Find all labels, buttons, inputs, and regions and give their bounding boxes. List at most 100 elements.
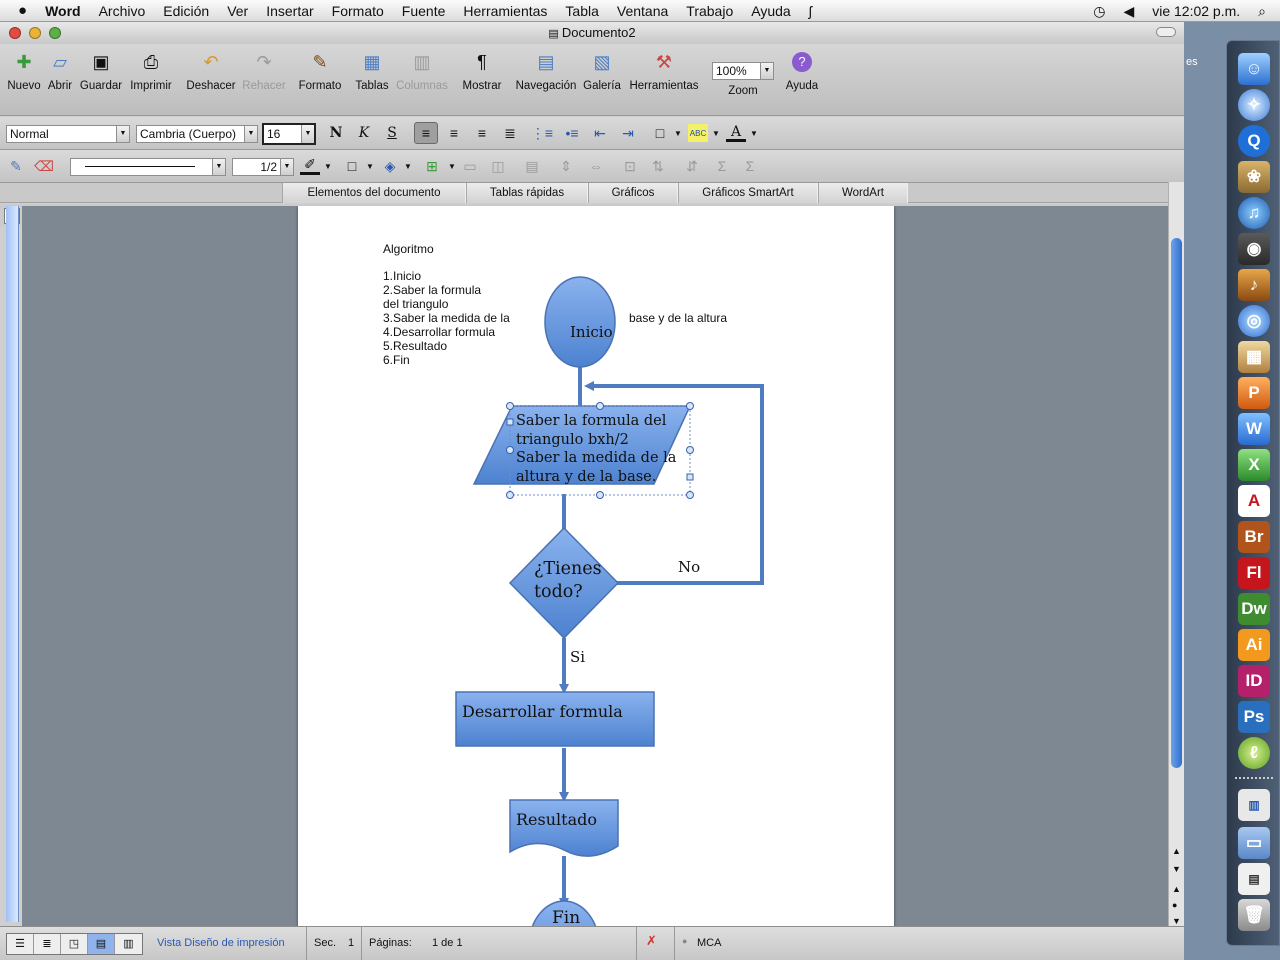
menu-tabla[interactable]: Tabla (556, 3, 607, 19)
eraser-button[interactable]: ⌫ (34, 157, 54, 175)
previous-page-button[interactable]: ▲ (1172, 884, 1181, 894)
align-right-button[interactable]: ≡ (472, 124, 492, 142)
quicktime-icon[interactable]: Q (1238, 125, 1270, 157)
finder-icon[interactable]: ☺ (1238, 53, 1270, 85)
distribute-columns-button[interactable]: ⇔ (586, 157, 606, 175)
publishing-view-button[interactable]: ◳ (61, 934, 88, 954)
print-button[interactable]: ⎙ Imprimir (126, 48, 176, 93)
align-center-button[interactable]: ≡ (444, 124, 464, 142)
help-button[interactable]: ? Ayuda (782, 48, 822, 92)
font-size-select[interactable]: 16 ▼ (262, 123, 316, 145)
borders-button[interactable]: □ (650, 124, 670, 142)
tab-quick-tables[interactable]: Tablas rápidas (466, 183, 588, 203)
scroll-thumb[interactable] (1171, 238, 1182, 768)
safari-icon[interactable]: ✧ (1238, 89, 1270, 121)
garageband-icon[interactable]: ♪ (1238, 269, 1270, 301)
spelling-status-icon[interactable]: ✗ (646, 933, 657, 949)
zoom-button[interactable] (49, 27, 61, 39)
dreamweaver-cs-icon[interactable]: ℓ (1238, 737, 1270, 769)
shading-dropdown[interactable]: ▼ (398, 157, 418, 175)
sum-button[interactable]: Σ (712, 157, 732, 175)
draw-table-button[interactable]: ✎ (6, 157, 26, 175)
bulleted-list-button[interactable]: •≡ (562, 124, 582, 142)
style-select[interactable]: Normal ▼ (6, 125, 130, 143)
align-cell-button[interactable]: ▤ (522, 157, 542, 175)
downloads-stack-icon[interactable]: ▤ (1238, 863, 1270, 895)
autosum-button[interactable]: Σ (740, 157, 760, 175)
toolbox-button[interactable]: ⚒ Herramientas (626, 48, 702, 93)
clock[interactable]: vie 12:02 p.m. (1143, 3, 1249, 19)
spotlight-icon[interactable]: ⌕ (1249, 3, 1280, 20)
tab-wordart[interactable]: WordArt (818, 183, 908, 203)
bold-button[interactable]: N (326, 124, 346, 142)
split-cells-button[interactable]: ◫ (488, 157, 508, 175)
script-menu-icon[interactable]: ʃ (800, 3, 821, 19)
notebook-view-button[interactable]: ▥ (115, 934, 142, 954)
save-button[interactable]: ▣ Guardar (78, 48, 124, 93)
open-button[interactable]: ▱ Abrir (44, 48, 76, 93)
tab-document-elements[interactable]: Elementos del documento (282, 183, 466, 203)
merge-cells-button[interactable]: ▭ (460, 157, 480, 175)
vertical-ruler[interactable] (6, 206, 19, 922)
line-color-dropdown[interactable]: ▼ (318, 157, 338, 175)
insert-table-button[interactable]: ⊞ (422, 157, 442, 175)
scroll-down-arrow[interactable]: ▼ (1172, 864, 1181, 874)
bridge-icon[interactable]: Br (1238, 521, 1270, 553)
photoshop-icon[interactable]: Ps (1238, 701, 1270, 733)
font-color-button[interactable]: A (726, 124, 746, 142)
menu-herramientas[interactable]: Herramientas (454, 3, 556, 19)
dvd-player-icon[interactable]: ◎ (1238, 305, 1270, 337)
font-color-dropdown[interactable]: ▼ (744, 124, 764, 142)
line-weight-select[interactable]: 1/2 ▼ (232, 158, 294, 176)
tab-smartart[interactable]: Gráficos SmartArt (678, 183, 818, 203)
illustrator-icon[interactable]: Ai (1238, 629, 1270, 661)
app-menu[interactable]: Word (36, 3, 90, 19)
table-borders-button[interactable]: □ (342, 157, 362, 175)
close-button[interactable] (9, 27, 21, 39)
calendar-icon[interactable]: ▦ (1238, 341, 1270, 373)
flash-icon[interactable]: Fl (1238, 557, 1270, 589)
font-select[interactable]: Cambria (Cuerpo) ▼ (136, 125, 258, 143)
increase-indent-button[interactable]: ⇥ (618, 124, 638, 142)
time-machine-icon[interactable]: ◷ (1084, 3, 1114, 20)
distribute-rows-button[interactable]: ⇕ (556, 157, 576, 175)
tables-button[interactable]: ▦ Tablas (352, 48, 392, 93)
table-borders-dropdown[interactable]: ▼ (360, 157, 380, 175)
minimize-button[interactable] (29, 27, 41, 39)
autofit-button[interactable]: ⊡ (620, 157, 640, 175)
justify-button[interactable]: ≣ (500, 124, 520, 142)
menu-insertar[interactable]: Insertar (257, 3, 322, 19)
sort-button[interactable]: ⇵ (682, 157, 702, 175)
zoom-control[interactable]: 100% ▼ Zoom (710, 48, 776, 97)
underline-button[interactable]: S (382, 124, 402, 142)
decrease-indent-button[interactable]: ⇤ (590, 124, 610, 142)
menu-trabajo[interactable]: Trabajo (677, 3, 742, 19)
word-icon[interactable]: W (1238, 413, 1270, 445)
itunes-icon[interactable]: ♫ (1238, 197, 1270, 229)
menu-ayuda[interactable]: Ayuda (742, 3, 799, 19)
show-button[interactable]: ¶ Mostrar (458, 48, 506, 93)
new-button[interactable]: ✚ Nuevo (6, 48, 42, 93)
insert-table-dropdown[interactable]: ▼ (442, 157, 462, 175)
columns-button[interactable]: ▥ Columnas (394, 48, 450, 93)
menu-fuente[interactable]: Fuente (393, 3, 455, 19)
numbered-list-button[interactable]: ⋮≡ (531, 124, 553, 142)
navigation-button[interactable]: ▤ Navegación (514, 48, 578, 93)
shading-button[interactable]: ◈ (380, 157, 400, 175)
dreamweaver-icon[interactable]: Dw (1238, 593, 1270, 625)
menu-edicion[interactable]: Edición (154, 3, 218, 19)
gallery-button[interactable]: ▧ Galería (582, 48, 622, 93)
trash-icon[interactable]: 🗑 (1238, 899, 1270, 931)
apple-icon[interactable]: ● (0, 2, 36, 19)
folder-icon[interactable]: ▭ (1238, 827, 1270, 859)
undo-button[interactable]: ↶ Deshacer (184, 48, 238, 93)
photos-icon[interactable]: ❀ (1238, 161, 1270, 193)
document-page[interactable]: Algoritmo 1.Inicio 2.Saber la formula de… (298, 206, 894, 926)
menu-formato[interactable]: Formato (323, 3, 393, 19)
tab-charts[interactable]: Gráficos (588, 183, 678, 203)
italic-button[interactable]: K (354, 124, 374, 142)
format-painter-button[interactable]: ✎ Formato (296, 48, 344, 93)
menu-ventana[interactable]: Ventana (608, 3, 677, 19)
borders-dropdown[interactable]: ▼ (668, 124, 688, 142)
menu-archivo[interactable]: Archivo (90, 3, 155, 19)
